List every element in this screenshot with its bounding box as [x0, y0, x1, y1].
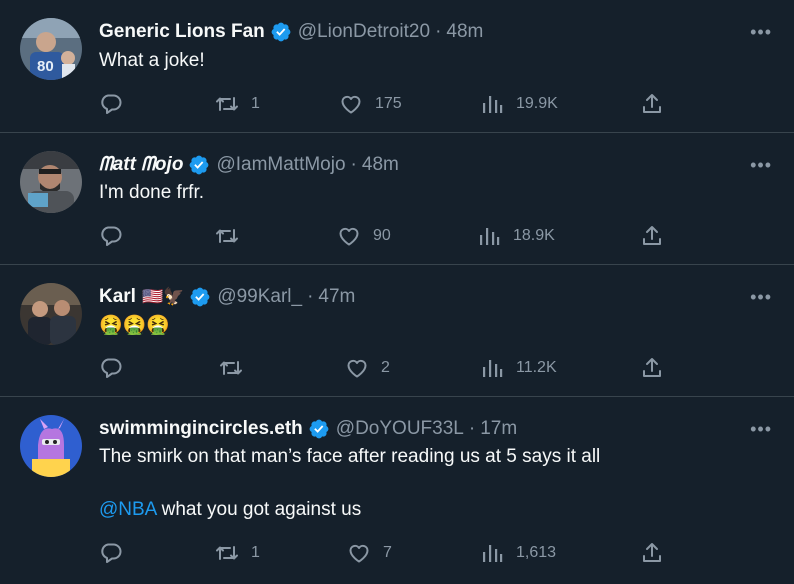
flag-eagle-emoji: 🇺🇸🦅	[141, 287, 185, 306]
tweet[interactable]: swimmingincircles.eth @DoYOUF33L · 17m •…	[0, 397, 794, 584]
share-button[interactable]	[640, 356, 664, 380]
verified-badge-icon	[189, 286, 211, 308]
timestamp[interactable]: 48m	[446, 21, 483, 43]
mention-link[interactable]: @NBA	[99, 499, 156, 520]
retweet-count: 1	[251, 544, 260, 561]
like-button[interactable]: 175	[339, 92, 402, 116]
display-name[interactable]: Karl	[99, 286, 136, 308]
tweet[interactable]: Karl 🇺🇸🦅 @99Karl_ · 47m ••• 🤮🤮🤮 2 11.2K	[0, 265, 794, 397]
share-button[interactable]	[640, 224, 664, 248]
heart-icon	[345, 356, 369, 380]
views-button[interactable]: 19.9K	[480, 92, 558, 116]
views-icon	[480, 92, 504, 116]
view-count: 1,613	[516, 544, 557, 561]
tweet-text: 🤮🤮🤮	[99, 315, 170, 336]
display-name[interactable]: Generic Lions Fan	[99, 21, 265, 43]
handle[interactable]: @99Karl_	[217, 286, 302, 308]
verified-badge-icon	[270, 21, 292, 43]
verified-badge-icon	[188, 154, 210, 176]
like-button[interactable]: 7	[347, 541, 392, 565]
share-icon	[640, 92, 664, 116]
avatar[interactable]	[20, 415, 82, 477]
retweet-button[interactable]	[215, 224, 251, 248]
views-button[interactable]: 1,613	[480, 541, 556, 565]
handle[interactable]: @LionDetroit20	[298, 21, 430, 43]
more-options-icon[interactable]: •••	[750, 155, 772, 176]
timestamp[interactable]: 17m	[480, 418, 517, 440]
retweet-button[interactable]: 1	[215, 92, 260, 116]
heart-icon	[337, 224, 361, 248]
reply-button[interactable]	[99, 541, 135, 565]
separator-dot: ·	[350, 154, 357, 175]
timestamp[interactable]: 48m	[362, 154, 399, 176]
like-count: 175	[375, 95, 402, 112]
reply-icon	[99, 541, 123, 565]
reply-icon	[99, 92, 123, 116]
more-options-icon[interactable]: •••	[750, 287, 772, 308]
retweet-button[interactable]: 1	[215, 541, 260, 565]
handle[interactable]: @IamMattMojo	[216, 154, 345, 176]
retweet-count: 1	[251, 95, 260, 112]
like-button[interactable]: 90	[337, 224, 391, 248]
share-button[interactable]	[640, 541, 664, 565]
avatar[interactable]	[20, 151, 82, 213]
tweet-text: I'm done frfr.	[99, 182, 205, 203]
more-options-icon[interactable]: •••	[750, 22, 772, 43]
views-icon	[480, 356, 504, 380]
retweet-icon	[219, 356, 243, 380]
tweet-text: The smirk on that man’s face after readi…	[99, 446, 601, 467]
separator-dot: ·	[435, 21, 442, 42]
heart-icon	[347, 541, 371, 565]
avatar[interactable]	[20, 283, 82, 345]
display-name[interactable]: swimmingincircles.eth	[99, 418, 303, 440]
views-button[interactable]: 11.2K	[480, 356, 557, 380]
reply-button[interactable]	[99, 224, 135, 248]
share-icon	[640, 541, 664, 565]
separator-dot: ·	[468, 418, 476, 439]
share-button[interactable]	[640, 92, 664, 116]
like-count: 2	[381, 359, 390, 376]
retweet-button[interactable]	[219, 356, 255, 380]
verified-badge-icon	[308, 418, 330, 440]
more-options-icon[interactable]: •••	[750, 419, 772, 440]
display-name[interactable]: ᗰatt ᗰojo	[99, 154, 183, 176]
share-icon	[640, 356, 664, 380]
views-icon	[477, 224, 501, 248]
views-icon	[480, 541, 504, 565]
svg-text:80: 80	[37, 58, 54, 75]
handle[interactable]: @DoYOUF33L	[336, 418, 464, 440]
retweet-icon	[215, 224, 239, 248]
heart-icon	[339, 92, 363, 116]
like-count: 90	[373, 227, 391, 244]
view-count: 11.2K	[516, 359, 557, 376]
like-button[interactable]: 2	[345, 356, 390, 380]
views-button[interactable]: 18.9K	[477, 224, 555, 248]
reply-button[interactable]	[99, 92, 135, 116]
share-icon	[640, 224, 664, 248]
tweet[interactable]: ᗰatt ᗰojo @IamMattMojo · 48m ••• I'm don…	[0, 133, 794, 265]
reply-icon	[99, 356, 123, 380]
separator-dot: ·	[307, 286, 314, 307]
retweet-icon	[215, 541, 239, 565]
view-count: 18.9K	[513, 227, 555, 244]
avatar[interactable]: 80	[20, 18, 82, 80]
like-count: 7	[383, 544, 392, 561]
tweet-text: What a joke!	[99, 50, 205, 71]
tweet-text-line2: @NBA what you got against us	[99, 499, 362, 520]
retweet-icon	[215, 92, 239, 116]
reply-icon	[99, 224, 123, 248]
reply-button[interactable]	[99, 356, 135, 380]
view-count: 19.9K	[516, 95, 558, 112]
timestamp[interactable]: 47m	[318, 286, 355, 308]
tweet[interactable]: 80 Generic Lions Fan @LionDetroit20 · 48…	[0, 0, 794, 133]
